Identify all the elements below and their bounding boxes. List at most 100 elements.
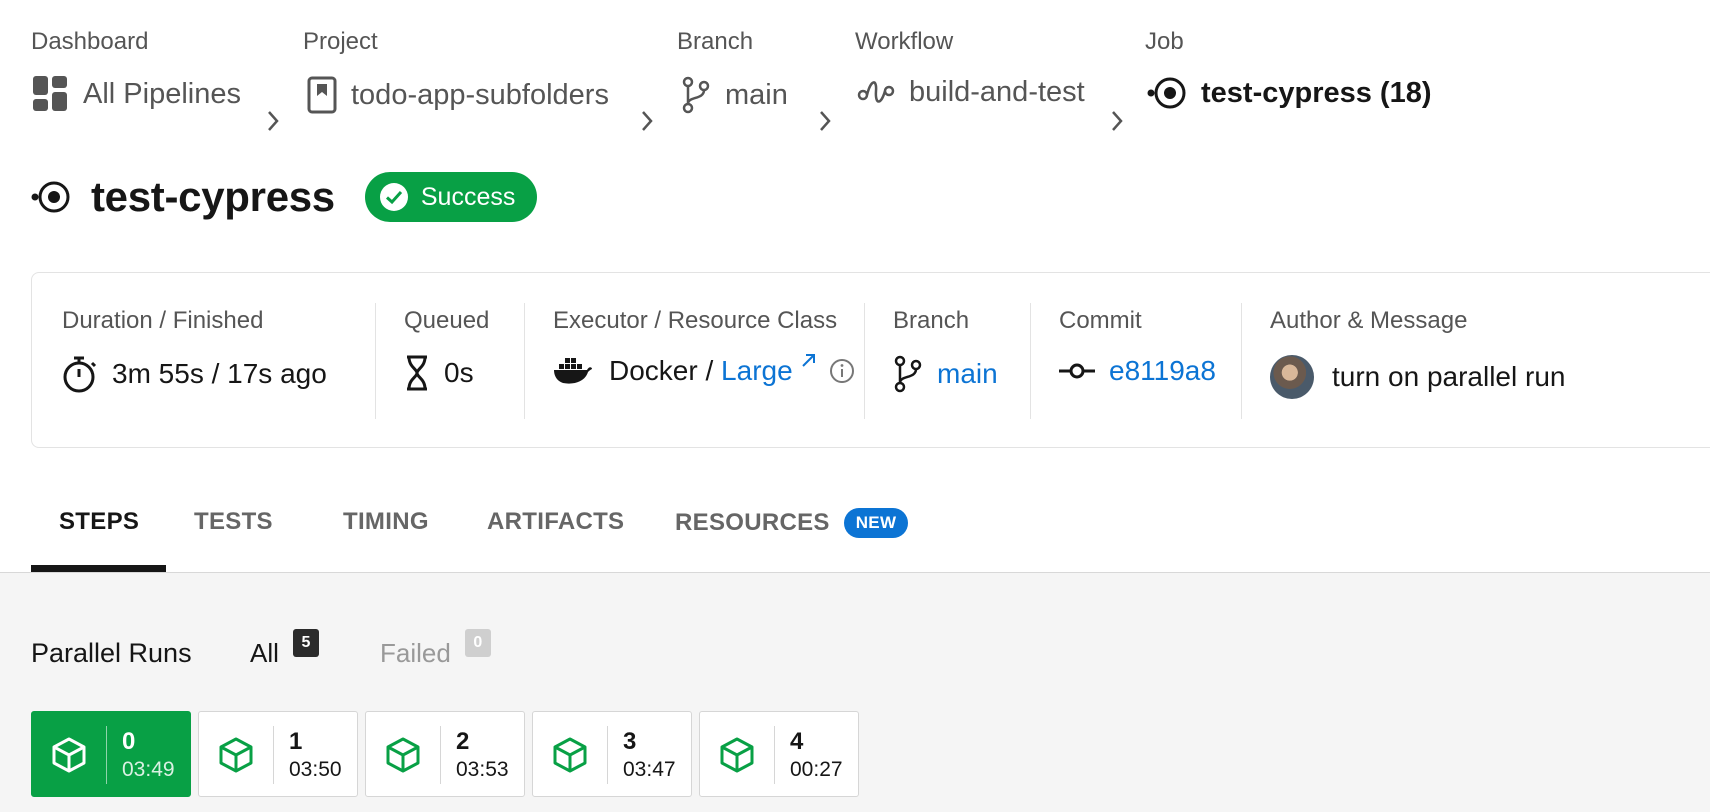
tab-bar: STEPS TESTS TIMING ARTIFACTS RESOURCES N… bbox=[0, 490, 1710, 573]
status-badge: Success bbox=[364, 172, 538, 222]
divider bbox=[1241, 303, 1242, 419]
duration-label: Duration / Finished bbox=[62, 307, 264, 334]
run-index: 3 bbox=[623, 728, 637, 755]
tab-tests[interactable]: TESTS bbox=[194, 508, 273, 536]
tab-label: STEPS bbox=[59, 508, 140, 535]
breadcrumb: Dashboard All Pipelines Project todo-app… bbox=[31, 24, 1471, 131]
breadcrumb-label: Dashboard bbox=[31, 28, 149, 55]
commit-link[interactable]: e8119a8 bbox=[1109, 355, 1216, 387]
run-index: 0 bbox=[122, 728, 136, 755]
breadcrumb-value[interactable]: All Pipelines bbox=[83, 78, 241, 111]
info-icon[interactable] bbox=[829, 358, 855, 384]
parallel-run-3[interactable]: 3 03:47 bbox=[532, 711, 692, 797]
parallel-run-2[interactable]: 2 03:53 bbox=[365, 711, 525, 797]
page-title: test-cypress bbox=[91, 173, 335, 220]
tab-label: RESOURCES bbox=[675, 509, 830, 536]
breadcrumb-value[interactable]: todo-app-subfolders bbox=[351, 79, 609, 112]
job-info-card: Duration / Finished 3m 55s / 17s ago Que… bbox=[31, 272, 1710, 448]
divider bbox=[375, 303, 376, 419]
check-circle-icon bbox=[379, 183, 408, 211]
divider bbox=[774, 726, 775, 784]
job-icon bbox=[31, 181, 70, 213]
author-label: Author & Message bbox=[1270, 307, 1468, 334]
branch-icon bbox=[894, 355, 922, 393]
breadcrumb-value: test-cypress (18) bbox=[1201, 76, 1432, 109]
tab-artifacts[interactable]: ARTIFACTS bbox=[487, 508, 624, 536]
run-duration: 03:49 bbox=[122, 758, 175, 781]
stopwatch-icon bbox=[63, 356, 97, 393]
workflow-icon bbox=[857, 80, 895, 103]
divider bbox=[524, 303, 525, 419]
chevron-right-icon bbox=[820, 111, 831, 131]
chevron-right-icon bbox=[642, 111, 653, 131]
run-duration: 03:50 bbox=[289, 758, 342, 781]
tab-label: ARTIFACTS bbox=[487, 508, 625, 535]
chevron-right-icon bbox=[1112, 111, 1123, 131]
breadcrumb-label: Workflow bbox=[855, 28, 954, 55]
breadcrumb-label: Project bbox=[303, 28, 378, 55]
executor-separator: / bbox=[697, 355, 722, 386]
container-box-icon bbox=[386, 737, 420, 773]
breadcrumb-job: Job test-cypress (18) bbox=[1145, 24, 1432, 109]
external-link-icon[interactable] bbox=[799, 352, 817, 370]
dashboard-icon bbox=[33, 76, 67, 111]
docker-icon bbox=[554, 358, 592, 384]
filter-all[interactable]: All 5 bbox=[250, 629, 319, 673]
branch-label: Branch bbox=[893, 307, 970, 334]
parallel-run-1[interactable]: 1 03:50 bbox=[198, 711, 358, 797]
divider bbox=[440, 726, 441, 784]
parallel-run-4[interactable]: 4 00:27 bbox=[699, 711, 859, 797]
breadcrumb-value[interactable]: main bbox=[725, 79, 788, 112]
breadcrumb-workflow[interactable]: Workflow build-and-test bbox=[855, 24, 1085, 108]
filter-failed[interactable]: Failed 0 bbox=[380, 629, 491, 673]
tab-resources[interactable]: RESOURCES NEW bbox=[675, 508, 909, 538]
tab-label: TIMING bbox=[343, 508, 429, 535]
filter-label: All bbox=[250, 637, 279, 668]
tab-steps[interactable]: STEPS bbox=[59, 508, 139, 536]
queued-label: Queued bbox=[404, 307, 490, 334]
run-duration: 00:27 bbox=[790, 758, 843, 781]
breadcrumb-value[interactable]: build-and-test bbox=[909, 76, 1085, 109]
breadcrumb-label: Branch bbox=[677, 28, 754, 55]
run-duration: 03:53 bbox=[456, 758, 509, 781]
executor-label: Executor / Resource Class bbox=[553, 307, 838, 334]
count-badge: 5 bbox=[292, 629, 319, 657]
avatar[interactable] bbox=[1270, 355, 1314, 399]
parallel-run-0[interactable]: 0 03:49 bbox=[31, 711, 191, 797]
new-badge: NEW bbox=[843, 508, 909, 538]
breadcrumb-dashboard[interactable]: Dashboard All Pipelines bbox=[31, 24, 241, 111]
run-index: 1 bbox=[289, 728, 303, 755]
divider bbox=[1030, 303, 1031, 419]
divider bbox=[607, 726, 608, 784]
duration-value: 3m 55s / 17s ago bbox=[112, 358, 327, 389]
container-box-icon bbox=[52, 737, 86, 773]
divider bbox=[864, 303, 865, 419]
hourglass-icon bbox=[407, 355, 427, 391]
job-header: test-cypress Success bbox=[31, 170, 538, 224]
count-badge: 0 bbox=[464, 629, 491, 657]
project-bookmark-icon bbox=[307, 76, 337, 114]
job-icon bbox=[1147, 77, 1186, 109]
run-duration: 03:47 bbox=[623, 758, 676, 781]
executor-value: Docker bbox=[609, 355, 698, 386]
breadcrumb-project[interactable]: Project todo-app-subfolders bbox=[303, 24, 609, 114]
breadcrumb-branch[interactable]: Branch main bbox=[677, 24, 788, 114]
commit-icon bbox=[1059, 363, 1095, 379]
tab-label: TESTS bbox=[194, 508, 273, 535]
container-box-icon bbox=[720, 737, 754, 773]
run-index: 4 bbox=[790, 728, 804, 755]
parallel-runs-title: Parallel Runs bbox=[31, 637, 192, 668]
chevron-right-icon bbox=[268, 111, 279, 131]
divider bbox=[273, 726, 274, 784]
steps-panel: Parallel Runs All 5 Failed 0 0 03:49 1 0… bbox=[0, 573, 1710, 812]
queued-value: 0s bbox=[444, 357, 474, 388]
commit-message: turn on parallel run bbox=[1332, 361, 1566, 392]
tab-timing[interactable]: TIMING bbox=[343, 508, 429, 536]
resource-class-link[interactable]: Large bbox=[721, 355, 793, 387]
status-label: Success bbox=[420, 182, 516, 211]
branch-link[interactable]: main bbox=[937, 358, 998, 390]
run-index: 2 bbox=[456, 728, 470, 755]
divider bbox=[106, 726, 107, 784]
breadcrumb-label: Job bbox=[1145, 28, 1184, 55]
filter-label: Failed bbox=[380, 637, 451, 668]
